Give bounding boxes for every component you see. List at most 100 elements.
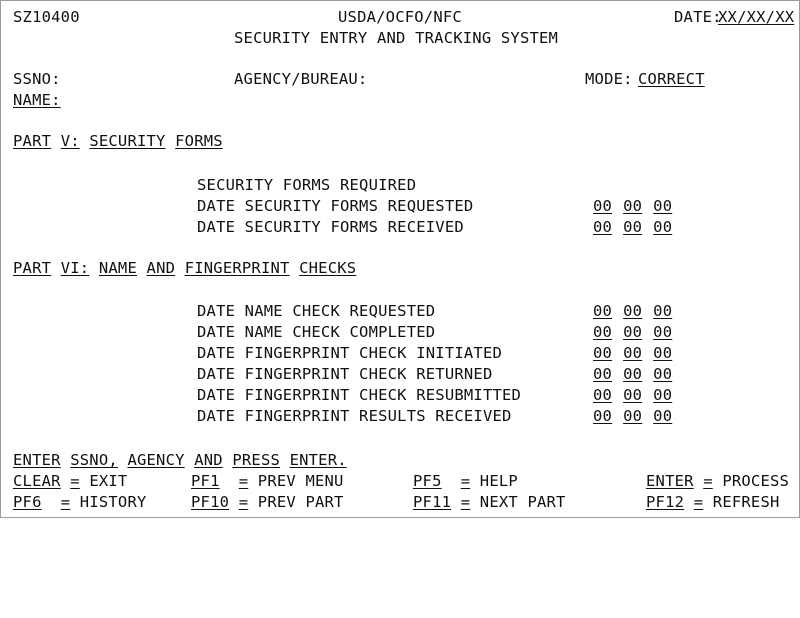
part-vi-row-label: DATE FINGERPRINT CHECK RESUBMITTED [197,386,522,404]
pf-key-name: ENTER [646,472,694,490]
part-vi-date-day-input[interactable]: 00 [623,365,642,383]
pf-key-gap [248,493,258,511]
footer-instruction-row: ENTER SSNO, AGENCY AND PRESS ENTER. [1,450,799,471]
part-vi-row: DATE FINGERPRINT CHECK RESUBMITTED 00 00 00 [1,385,799,406]
pf-key-gap [220,472,239,490]
pf-key-separator: = [693,493,704,511]
part-vi-date-year-input[interactable]: 00 [653,365,672,383]
pf-key-action: PREV PART [257,493,344,511]
part-vi-row: DATE NAME CHECK COMPLETED 00 00 00 [1,322,799,343]
part-v-date-day-input[interactable]: 00 [623,197,642,215]
pf-key-name: PF11 [413,493,452,511]
pf-key-pf6[interactable]: PF6 = HISTORY [13,492,147,513]
part-vi-row: DATE FINGERPRINT CHECK RETURNED 00 00 00 [1,364,799,385]
heading-space [185,451,195,469]
heading-space [51,132,61,150]
pf-key-gap [451,493,461,511]
heading-space [166,132,176,150]
part-vi-date-day-input[interactable]: 00 [623,407,642,425]
pf-key-gap [684,493,694,511]
pf-key-action: HELP [479,472,518,490]
pf-key-gap [470,472,480,490]
heading-space [80,132,90,150]
part-v-row-label: DATE SECURITY FORMS RECEIVED [197,218,464,236]
part-v-date-month-input[interactable]: 00 [593,197,612,215]
pf-key-pf12[interactable]: PF12 = REFRESH [646,492,780,513]
part-vi-row-label: DATE NAME CHECK COMPLETED [197,323,436,341]
pf-key-pf1[interactable]: PF1 = PREV MENU [191,471,344,492]
key-fields-row-2: NAME: [1,90,799,111]
footer-key-row-2: PF6 = HISTORY PF10 = PREV PART PF11 = NE… [1,492,799,513]
footer-instruction-word: AGENCY [127,451,185,469]
part-v-date-year-input[interactable]: 00 [653,197,672,215]
pf-key-action: PREV MENU [257,472,344,490]
part-vi-date-day-input[interactable]: 00 [623,302,642,320]
part-vi-date-month-input[interactable]: 00 [593,407,612,425]
date-label: DATE: [674,8,722,26]
pf-key-gap [442,472,461,490]
pf-key-clear[interactable]: CLEAR = EXIT [13,471,127,492]
part-vi-date-day-input[interactable]: 00 [623,386,642,404]
part-vi-date-group: 00 00 00 [593,406,672,427]
part-vi-heading-word: FINGERPRINT [184,259,290,277]
part-v-row: SECURITY FORMS REQUIRED [1,175,799,196]
date-value: XX/XX/XX [718,8,795,26]
pf-key-pf11[interactable]: PF11 = NEXT PART [413,492,566,513]
agency-bureau-label: AGENCY/BUREAU: [234,70,368,88]
pf-key-gap [80,472,90,490]
pf-key-gap [229,493,239,511]
part-v-heading-word: V: [60,132,80,150]
pf-key-pf5[interactable]: PF5 = HELP [413,471,518,492]
part-vi-row: DATE FINGERPRINT CHECK INITIATED 00 00 00 [1,343,799,364]
part-vi-date-month-input[interactable]: 00 [593,323,612,341]
footer-instruction-word: PRESS [232,451,281,469]
key-fields-row-1: SSNO: AGENCY/BUREAU: MODE: CORRECT [1,69,799,90]
part-vi-heading-word: VI: [60,259,90,277]
part-vi-row-label: DATE FINGERPRINT RESULTS RECEIVED [197,407,512,425]
part-vi-date-year-input[interactable]: 00 [653,407,672,425]
part-v-date-month-input[interactable]: 00 [593,218,612,236]
pf-key-gap [61,472,71,490]
pf-key-separator: = [60,493,71,511]
part-vi-row: DATE NAME CHECK REQUESTED 00 00 00 [1,301,799,322]
part-vi-date-year-input[interactable]: 00 [653,302,672,320]
part-v-date-year-input[interactable]: 00 [653,218,672,236]
footer-instruction: ENTER SSNO, AGENCY AND PRESS ENTER. [13,450,347,471]
pf-key-gap [470,493,480,511]
pf-key-separator: = [238,472,249,490]
part-vi-date-day-input[interactable]: 00 [623,344,642,362]
part-vi-date-month-input[interactable]: 00 [593,302,612,320]
pf-key-name: PF5 [413,472,442,490]
part-vi-heading: PART VI: NAME AND FINGERPRINT CHECKS [13,258,356,279]
part-vi-row-label: DATE FINGERPRINT CHECK RETURNED [197,365,493,383]
pf-key-gap [42,493,61,511]
pf-key-enter[interactable]: ENTER = PROCESS [646,471,789,492]
mode-value: CORRECT [638,70,705,88]
heading-space [89,259,99,277]
pf-key-name: PF12 [646,493,685,511]
part-vi-date-month-input[interactable]: 00 [593,386,612,404]
pf-key-separator: = [460,493,471,511]
part-vi-heading-word: AND [146,259,176,277]
screen-id: SZ10400 [13,8,80,26]
part-vi-date-month-input[interactable]: 00 [593,365,612,383]
part-v-date-day-input[interactable]: 00 [623,218,642,236]
heading-space [61,451,71,469]
pf-key-pf10[interactable]: PF10 = PREV PART [191,492,344,513]
part-vi-date-year-input[interactable]: 00 [653,386,672,404]
part-vi-heading-word: CHECKS [299,259,357,277]
organization-title: USDA/OCFO/NFC [338,8,462,26]
part-vi-date-month-input[interactable]: 00 [593,344,612,362]
part-v-heading: PART V: SECURITY FORMS [13,131,223,152]
pf-key-action: REFRESH [712,493,780,511]
part-vi-date-day-input[interactable]: 00 [623,323,642,341]
part-vi-date-group: 00 00 00 [593,301,672,322]
part-vi-date-year-input[interactable]: 00 [653,344,672,362]
pf-key-gap [70,493,80,511]
heading-space [290,259,300,277]
part-vi-date-group: 00 00 00 [593,364,672,385]
heading-space [137,259,147,277]
part-vi-date-group: 00 00 00 [593,343,672,364]
ssno-label: SSNO: [13,70,61,88]
part-vi-date-year-input[interactable]: 00 [653,323,672,341]
